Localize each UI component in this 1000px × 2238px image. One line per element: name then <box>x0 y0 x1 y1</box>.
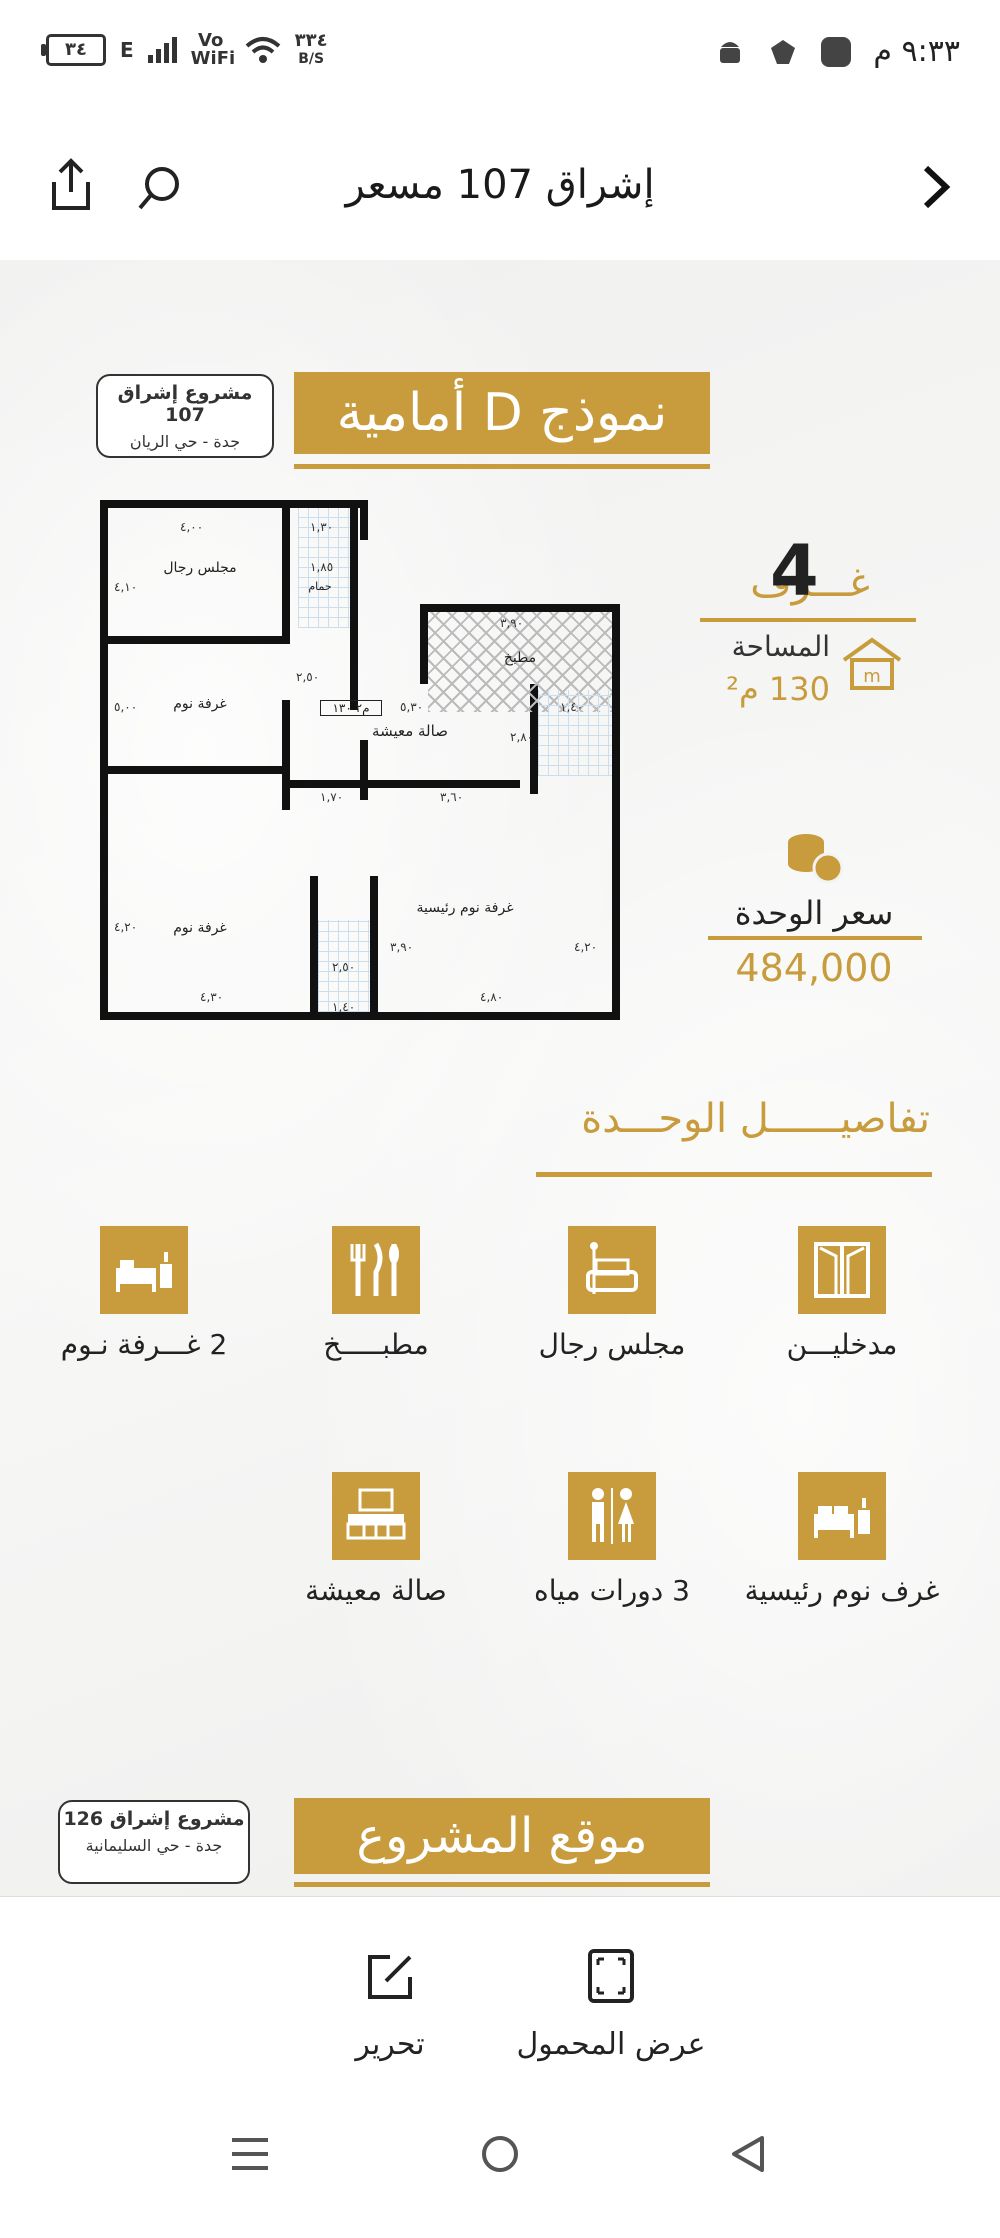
vowifi-label: Vo WiFi <box>190 30 236 69</box>
model-title: نموذج D أمامية <box>336 383 668 443</box>
svg-text:m: m <box>863 666 881 687</box>
recent-apps-icon[interactable] <box>228 2132 272 2176</box>
edit-icon <box>368 1955 412 1999</box>
price-label: سعر الوحدة <box>734 894 894 932</box>
feature-kitchen: مطبـــــخ <box>323 1328 429 1361</box>
clock: ٩:٣٣ م <box>873 34 960 69</box>
wifi-icon <box>245 37 280 63</box>
edit-button[interactable]: تحرير <box>320 1897 460 2073</box>
feature-restrooms: 3 دورات مياه <box>534 1574 690 1607</box>
price-value: 484,000 <box>735 946 893 990</box>
android-icon <box>720 41 741 63</box>
page-title: إشراق 107 مسعر <box>345 162 655 208</box>
feature-doors: مدخليـــن <box>786 1328 898 1361</box>
area-tag: م٢ ١٣٠ <box>320 700 382 716</box>
doors-icon <box>798 1226 886 1314</box>
feature-bedrooms: 2 غـــرفة نـوم <box>60 1328 228 1361</box>
expand-icon <box>588 1949 634 2003</box>
tiktok-icon <box>771 39 796 64</box>
feature-master-bedrooms: غرف نوم رئيسية <box>744 1574 940 1607</box>
chevron-right-icon[interactable] <box>916 164 956 210</box>
details-title: تفاصيــــــل الوحـــدة <box>581 1096 930 1142</box>
feature-living-room: صالة معيشة <box>305 1574 447 1607</box>
battery-level: ٣٤ <box>65 39 87 60</box>
room-master: غرفة نوم رئيسية <box>416 900 514 916</box>
living-room-icon <box>332 1472 420 1560</box>
signal-icon <box>147 37 177 63</box>
back-triangle-icon[interactable] <box>726 2132 770 2176</box>
area-value: 130 م² <box>726 670 830 708</box>
location-title: موقع المشروع <box>356 1808 648 1864</box>
net-speed: ٣٣٤ B/S <box>294 30 328 68</box>
bed-icon <box>100 1226 188 1314</box>
bottom-toolbar: تحرير عرض المحمول <box>0 1896 1000 2073</box>
rooms-count: غـــرف 4 <box>750 530 870 612</box>
battery-icon: ٣٤ <box>41 34 106 66</box>
unit-brochure-image: نموذج D أمامية مشروع إشراق 107 جدة - حي … <box>0 260 1000 1896</box>
network-type: E <box>120 38 134 62</box>
location-banner: موقع المشروع <box>294 1798 710 1874</box>
status-bar: ٣٤ E Vo WiFi ٣٣٤ B/S ٩:٣٣ م <box>0 0 1000 110</box>
room-kitchen: مطبخ <box>503 650 537 666</box>
kitchen-icon <box>332 1226 420 1314</box>
portable-view-button[interactable]: عرض المحمول <box>506 1897 716 2073</box>
app-notification-icon <box>821 36 852 67</box>
coins-icon <box>782 828 846 884</box>
model-banner: نموذج D أمامية <box>294 372 710 454</box>
edit-label: تحرير <box>355 2027 425 2062</box>
floor-plan: مجلس رجال غرفة نوم غرفة نوم صالة معيشة م… <box>100 500 620 1100</box>
restroom-icon <box>568 1472 656 1560</box>
system-nav-bar <box>0 2072 1000 2238</box>
master-bed-icon <box>798 1472 886 1560</box>
room-majlis: مجلس رجال <box>163 560 237 576</box>
feature-majlis: مجلس رجال <box>538 1328 686 1361</box>
room-living: صالة معيشة <box>372 722 448 740</box>
project-tag: مشروع إشراق 107 جدة - حي الريان <box>96 374 274 458</box>
room-bath: حمام <box>308 580 332 593</box>
majlis-icon <box>568 1226 656 1314</box>
area-label: المساحة <box>731 630 830 663</box>
portable-label: عرض المحمول <box>516 2027 706 2062</box>
app-header: إشراق 107 مسعر <box>0 110 1000 260</box>
project-tag-2: مشروع إشراق 126 جدة - حي السليمانية <box>58 1800 250 1884</box>
room-bedroom-1: غرفة نوم <box>173 696 227 712</box>
home-icon[interactable] <box>478 2132 522 2176</box>
area-icon: m <box>840 636 904 692</box>
room-bedroom-2: غرفة نوم <box>173 920 227 936</box>
